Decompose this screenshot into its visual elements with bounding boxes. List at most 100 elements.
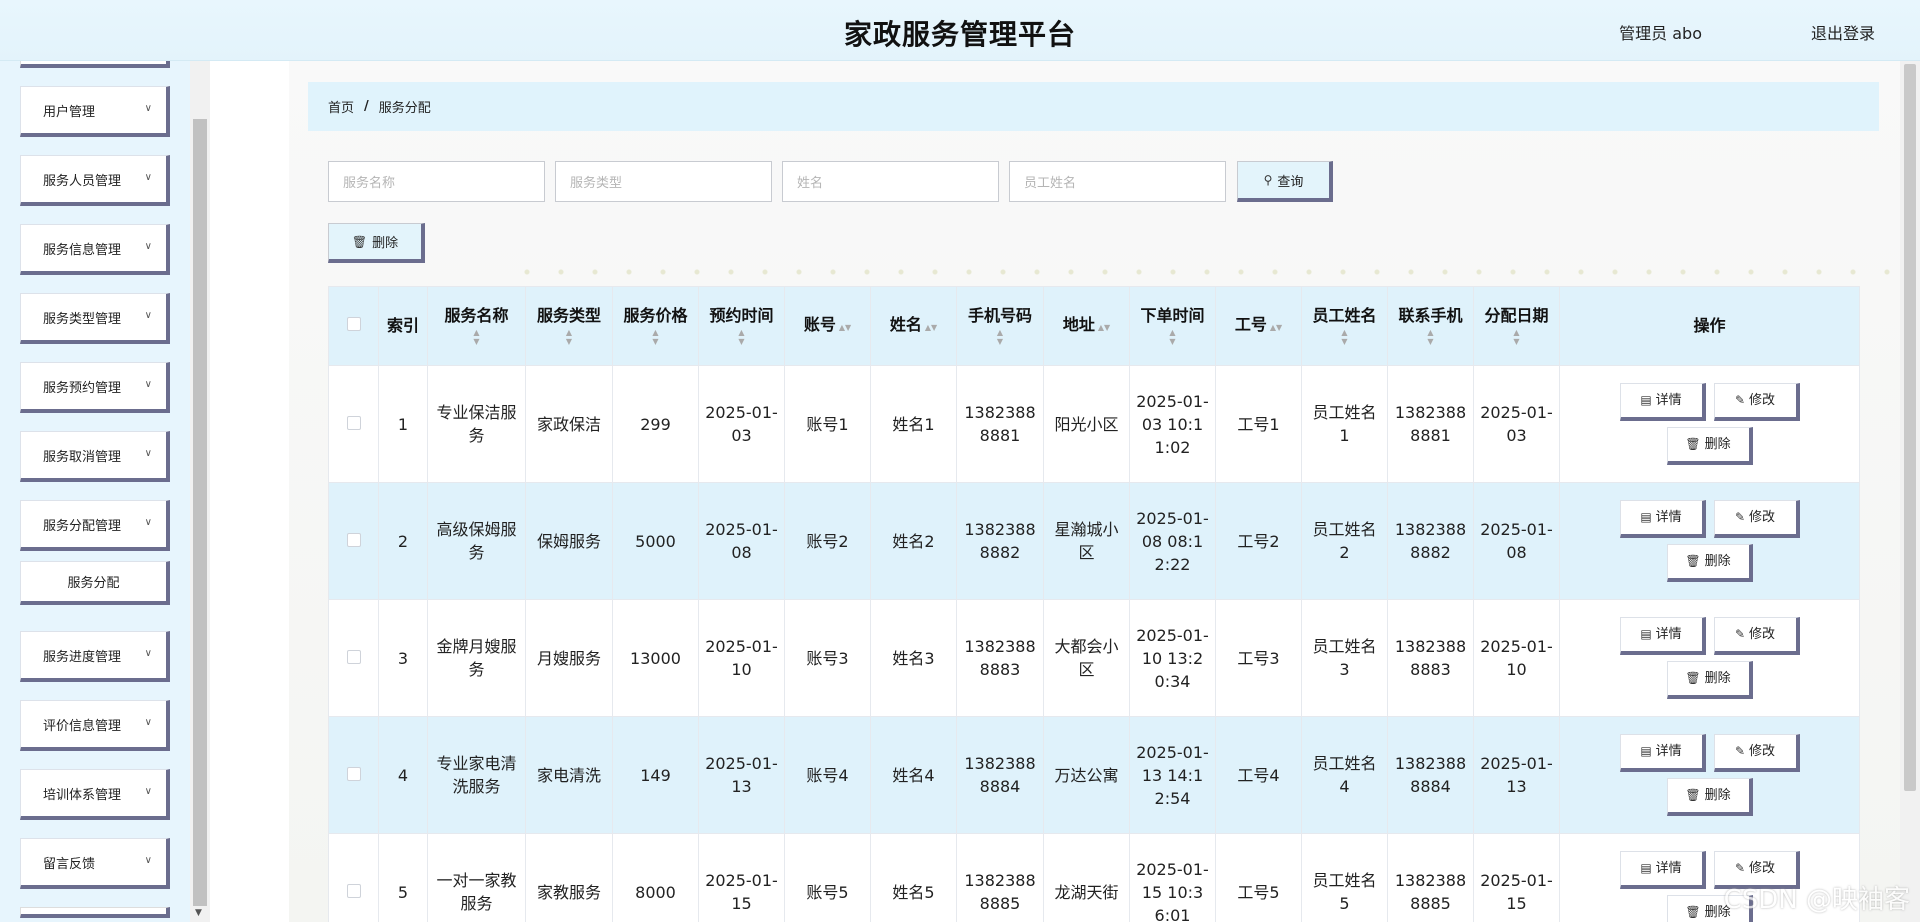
scroll-down-arrow-icon[interactable]: ▼	[195, 908, 202, 918]
sidebar-item-label: 服务信息管理	[43, 242, 122, 258]
chevron-down-icon: ∨	[144, 379, 152, 390]
col-header-price[interactable]: 服务价格 ▲ ▼	[612, 286, 699, 366]
staff-name-input[interactable]: 员工姓名	[1009, 161, 1226, 202]
sidebar-item-users[interactable]: 用户管理 ∨	[20, 86, 170, 137]
detail-button[interactable]: ▤ 详情	[1619, 383, 1706, 421]
cell-staff-no: 工号4	[1215, 716, 1302, 834]
col-header-address[interactable]: 地址 ▲▼	[1043, 286, 1130, 366]
cell-appointment-time: 2025-01-03	[698, 365, 785, 483]
sidebar-item-feedback[interactable]: 留言反馈 ∨	[20, 838, 170, 889]
breadcrumb-home[interactable]: 首页	[328, 97, 354, 116]
sidebar-item-progress[interactable]: 服务进度管理 ∨	[20, 631, 170, 682]
cell-assign-date: 2025-01-03	[1473, 365, 1560, 483]
chevron-down-icon: ∨	[144, 448, 152, 459]
cell-order-time: 2025-01-08 08:12:22	[1129, 482, 1216, 600]
query-button[interactable]: ⚲ 查询	[1237, 161, 1333, 202]
chevron-down-icon: ∨	[144, 786, 152, 797]
sidebar-item-partial[interactable]	[20, 61, 170, 68]
col-header-account[interactable]: 账号 ▲▼	[784, 286, 871, 366]
row-checkbox[interactable]	[346, 649, 361, 664]
col-header-service-type[interactable]: 服务类型 ▲ ▼	[525, 286, 613, 366]
col-header-staff-name[interactable]: 员工姓名 ▲ ▼	[1301, 286, 1388, 366]
sort-icon: ▲▼	[565, 328, 573, 346]
sidebar-item-partial[interactable]	[20, 907, 170, 918]
cell-staff-name: 员工姓名5	[1301, 833, 1388, 922]
sidebar-item-training[interactable]: 培训体系管理 ∨	[20, 769, 170, 820]
row-checkbox[interactable]	[346, 766, 361, 781]
row-select-cell	[328, 482, 379, 600]
row-checkbox[interactable]	[346, 415, 361, 430]
cell-appointment-time: 2025-01-10	[698, 599, 785, 717]
cell-service-type: 家政保洁	[525, 365, 613, 483]
chevron-down-icon: ∨	[144, 241, 152, 252]
row-delete-button[interactable]: 🗑 删除	[1666, 661, 1753, 699]
cell-name: 姓名5	[870, 833, 957, 922]
sidebar-item-service-info[interactable]: 服务信息管理 ∨	[20, 224, 170, 275]
service-name-input[interactable]: 服务名称	[328, 161, 545, 202]
bulk-delete-button[interactable]: 🗑 删除	[328, 223, 425, 263]
chevron-down-icon: ∨	[144, 172, 152, 183]
actions-cell: ▤ 详情 ✎ 修改 🗑 删除	[1559, 716, 1860, 834]
placeholder-text: 服务类型	[570, 176, 623, 191]
cell-phone: 13823888881	[956, 365, 1044, 483]
watermark: CSDN @映袖客	[1723, 885, 1910, 915]
sidebar-item-service-type[interactable]: 服务类型管理 ∨	[20, 293, 170, 344]
col-header-appointment-time[interactable]: 预约时间 ▲ ▼	[698, 286, 785, 366]
sidebar-scroll-thumb[interactable]	[193, 119, 207, 906]
sidebar-item-label: 服务进度管理	[43, 649, 122, 665]
col-header-name[interactable]: 姓名 ▲▼	[870, 286, 957, 366]
detail-button[interactable]: ▤ 详情	[1619, 500, 1706, 538]
detail-button[interactable]: ▤ 详情	[1619, 734, 1706, 772]
row-delete-button[interactable]: 🗑 删除	[1666, 544, 1753, 582]
chevron-down-icon: ∨	[144, 717, 152, 728]
cell-index: 2	[378, 482, 428, 600]
select-all-cell	[328, 286, 379, 366]
col-header-phone[interactable]: 手机号码 ▲ ▼	[956, 286, 1044, 366]
col-header-assign-date[interactable]: 分配日期 ▲ ▼	[1473, 286, 1560, 366]
detail-button[interactable]: ▤ 详情	[1619, 851, 1706, 889]
main-scroll-thumb[interactable]	[1904, 64, 1916, 791]
detail-button[interactable]: ▤ 详情	[1619, 617, 1706, 655]
row-checkbox[interactable]	[346, 532, 361, 547]
col-header-order-time[interactable]: 下单时间 ▲ ▼	[1129, 286, 1216, 366]
cell-staff-no: 工号3	[1215, 599, 1302, 717]
sidebar-item-cancel[interactable]: 服务取消管理 ∨	[20, 431, 170, 482]
col-header-service-name[interactable]: 服务名称 ▲ ▼	[427, 286, 526, 366]
select-all-checkbox[interactable]	[346, 317, 361, 331]
row-delete-button[interactable]: 🗑 删除	[1666, 778, 1753, 816]
sidebar-item-assignment[interactable]: 服务分配管理 ∨	[20, 500, 170, 551]
service-type-input[interactable]: 服务类型	[555, 161, 772, 202]
main-scrollbar[interactable]	[1900, 61, 1920, 922]
edit-button[interactable]: ✎ 修改	[1713, 383, 1800, 421]
col-header-contact-phone[interactable]: 联系手机 ▲ ▼	[1387, 286, 1474, 366]
edit-button[interactable]: ✎ 修改	[1713, 500, 1800, 538]
document-icon: ▤	[1640, 393, 1652, 407]
logout-link[interactable]: 退出登录	[1811, 20, 1875, 44]
placeholder-text: 员工姓名	[1024, 176, 1077, 191]
table-row: 1 专业保洁服务 家政保洁 299 2025-01-03 账号1 姓名1 1382388888…	[328, 365, 1860, 483]
document-icon: ▤	[1640, 627, 1652, 641]
name-input[interactable]: 姓名	[782, 161, 999, 202]
edit-button[interactable]: ✎ 修改	[1713, 617, 1800, 655]
cell-price: 5000	[612, 482, 699, 600]
cell-price: 8000	[612, 833, 699, 922]
sidebar-item-label: 评价信息管理	[43, 718, 122, 734]
cell-assign-date: 2025-01-13	[1473, 716, 1560, 834]
sidebar-subitem-assignment[interactable]: 服务分配	[20, 561, 170, 605]
row-checkbox[interactable]	[346, 883, 361, 898]
sidebar-item-reviews[interactable]: 评价信息管理 ∨	[20, 700, 170, 751]
cell-name: 姓名2	[870, 482, 957, 600]
table-row: 2 高级保姆服务 保姆服务 5000 2025-01-08 账号2 姓名2 138238888…	[328, 482, 1860, 600]
row-delete-button[interactable]: 🗑 删除	[1666, 427, 1753, 465]
cell-service-name: 高级保姆服务	[427, 482, 526, 600]
edit-button[interactable]: ✎ 修改	[1713, 734, 1800, 772]
sort-icon: ▲▼	[738, 328, 745, 346]
sidebar-item-booking[interactable]: 服务预约管理 ∨	[20, 362, 170, 413]
col-header-staff-no[interactable]: 工号 ▲▼	[1215, 286, 1302, 366]
sort-icon: ▲▼	[996, 328, 1004, 346]
chevron-down-icon: ∨	[144, 103, 152, 114]
cell-service-type: 保姆服务	[525, 482, 613, 600]
sidebar-item-staff[interactable]: 服务人员管理 ∨	[20, 155, 170, 206]
sidebar-scrollbar[interactable]: ▼	[190, 61, 210, 922]
cell-contact-phone: 13823888881	[1387, 365, 1474, 483]
